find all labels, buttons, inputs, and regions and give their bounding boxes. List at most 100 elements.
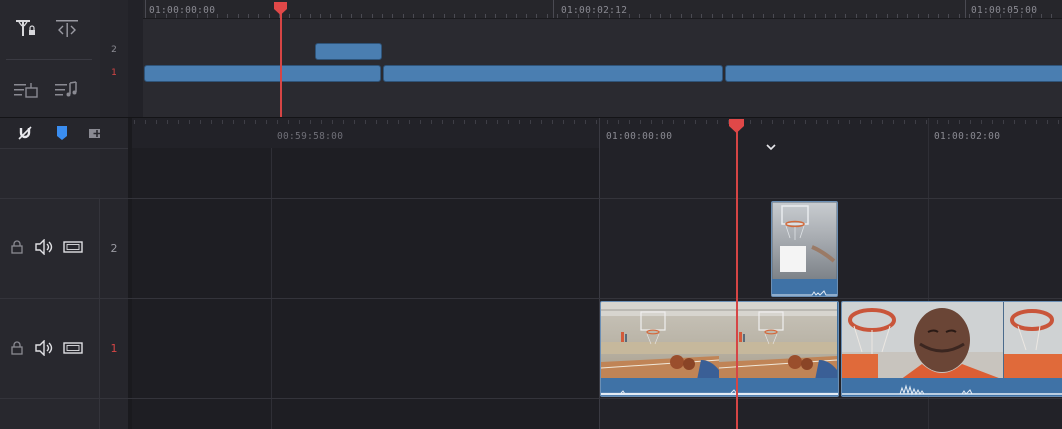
ruler-tick (526, 14, 528, 18)
dynamic-trim-icon[interactable] (53, 17, 81, 41)
ruler-tick (969, 14, 970, 18)
marker-flag-icon[interactable] (55, 124, 69, 146)
monitor-icon[interactable] (63, 240, 83, 254)
ruler-tick (563, 120, 564, 124)
chevron-down-icon[interactable] (765, 137, 777, 156)
ruler-tick (165, 14, 167, 18)
ruler-tick (1014, 120, 1015, 124)
ruler-tick (402, 14, 404, 18)
ruler-tick (794, 120, 795, 124)
ruler-tick (721, 14, 723, 18)
ruler-tick (639, 14, 641, 18)
ruler-tick (167, 120, 168, 124)
mini-track-number: 2 (111, 45, 117, 55)
mini-track-number-active: 1 (111, 68, 117, 78)
ruler-tick (497, 120, 498, 124)
main-timecode: 00:59:58:00 (277, 131, 344, 142)
ruler-tick (423, 14, 425, 18)
video-clip-track2[interactable] (771, 201, 838, 297)
video-clip-track1-player[interactable] (841, 301, 1062, 397)
ruler-tick (464, 14, 466, 18)
ruler-tick (651, 120, 652, 124)
insert-audio-icon[interactable] (12, 78, 40, 102)
mini-clip-track1[interactable] (725, 65, 1062, 82)
ruler-tick (577, 14, 579, 18)
magnet-snap-icon[interactable] (16, 124, 34, 146)
speaker-icon[interactable] (34, 239, 54, 255)
audio-track-icon[interactable] (53, 78, 81, 102)
track-number: 2 (110, 242, 118, 255)
ruler-tick (237, 14, 239, 18)
ruler-tick (145, 120, 146, 124)
ruler-tick (186, 14, 188, 18)
ruler-tick (1003, 120, 1004, 124)
track-number-active: 1 (110, 342, 118, 355)
ruler-tick (398, 120, 399, 124)
ruler-tick (258, 14, 260, 18)
mini-playhead-line[interactable] (280, 6, 282, 118)
mini-clip-track1[interactable] (144, 65, 381, 82)
ruler-tick (420, 120, 421, 124)
ruler-tick (896, 14, 898, 18)
mini-clip-track1[interactable] (383, 65, 723, 82)
track-header-panel (0, 118, 105, 429)
ruler-tick (332, 120, 333, 124)
mini-playhead-handle[interactable] (273, 0, 288, 19)
ruler-tick (607, 120, 608, 124)
ruler-tick (508, 120, 509, 124)
ruler-tick (761, 120, 762, 124)
main-playhead-line[interactable] (736, 124, 738, 429)
ruler-tick (763, 14, 764, 18)
ruler-tick (453, 120, 454, 124)
ruler-tick (475, 120, 476, 124)
ruler-tick (1025, 120, 1026, 124)
ruler-tick (268, 14, 270, 18)
ruler-tick (486, 120, 487, 124)
ruler-tick (629, 14, 631, 18)
ruler-tick (196, 14, 198, 18)
ruler-tick (519, 120, 520, 124)
ruler-tick (629, 120, 630, 124)
ruler-tick (211, 120, 212, 124)
lock-icon[interactable] (10, 239, 24, 255)
mini-timecode: 01:00:02:12 (561, 5, 628, 16)
ruler-tick (805, 120, 806, 124)
ruler-tick (340, 14, 342, 18)
ruler-tick (816, 120, 817, 124)
clip-thumbnail (842, 302, 1062, 380)
ruler-tick (783, 120, 784, 124)
ruler-tick (567, 14, 569, 18)
ruler-tick (1058, 120, 1059, 124)
mini-track-numbers: 2 1 (100, 0, 128, 118)
monitor-icon[interactable] (63, 341, 83, 355)
main-timecode: 01:00:02:00 (934, 131, 1001, 142)
ruler-tick (361, 14, 363, 18)
mini-clip-track2[interactable] (315, 43, 382, 60)
trim-lock-icon[interactable] (12, 17, 40, 41)
ruler-tick (1036, 120, 1037, 124)
ruler-tick (680, 14, 682, 18)
ruler-tick (926, 120, 927, 124)
main-timeline-ruler[interactable]: 00:59:58:00 01:00:00:00 01:00:02:00 (132, 118, 1062, 148)
ruler-tick (959, 120, 960, 124)
speaker-icon[interactable] (34, 340, 54, 356)
ruler-tick (992, 120, 993, 124)
video-clip-track1-gym[interactable] (600, 301, 839, 397)
ruler-tick (684, 120, 685, 124)
ruler-tick (442, 120, 443, 124)
lock-icon[interactable] (10, 340, 24, 356)
mini-gutter (128, 0, 143, 118)
main-playhead-handle[interactable] (728, 118, 745, 137)
ruler-tick (320, 14, 322, 18)
ruler-tick (904, 120, 905, 124)
pre-start-region (132, 118, 599, 429)
ruler-tick (866, 14, 867, 18)
ruler-tick (541, 120, 542, 124)
ruler-tick (189, 120, 190, 124)
ruler-tick (937, 120, 938, 124)
ruler-tick (876, 14, 878, 18)
ruler-tick (574, 120, 575, 124)
ruler-tick (515, 14, 517, 18)
ruler-tick (1020, 14, 1022, 18)
ruler-tick (387, 120, 388, 124)
